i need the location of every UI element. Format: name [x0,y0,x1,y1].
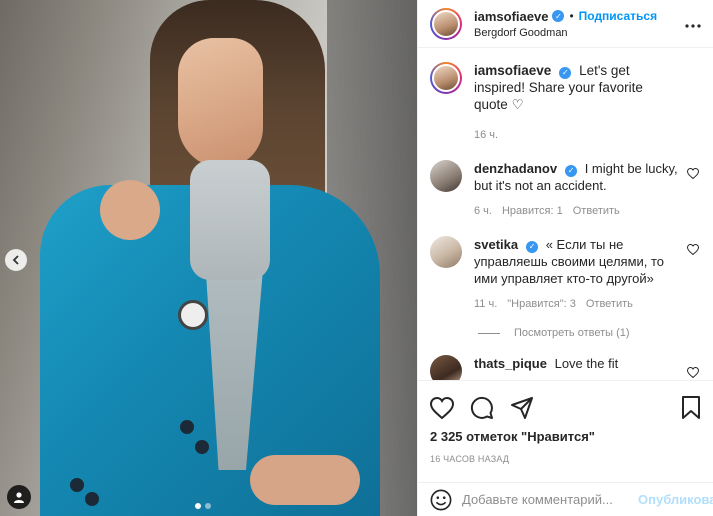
post-photo[interactable] [0,0,417,516]
list-item: thats_pique Love the fit [430,355,701,380]
heart-icon[interactable] [686,243,700,258]
verified-badge-icon: ✓ [565,164,578,177]
heart-icon[interactable] [686,366,700,380]
action-icons [430,389,701,427]
replies-divider [478,332,500,334]
list-item: svetika ✓ « Если ты не управляешь своими … [430,236,701,313]
verified-badge-icon: ✓ [552,10,565,22]
avatar[interactable] [430,236,462,268]
heart-outline-emoji: ♡ [511,97,524,112]
verified-badge-icon: ✓ [526,240,539,253]
publish-button[interactable]: Опубликовать [638,492,713,507]
comment-username[interactable]: svetika [474,237,518,252]
caption: iamsofiaeve ✓ Let's get inspired! Share y… [430,62,701,144]
photo-coat-button [85,492,99,506]
photo-watch [178,300,208,330]
comment-time[interactable]: 6 ч. [474,203,492,220]
carousel-dot-active [195,503,201,509]
comment-time[interactable]: 11 ч. [474,296,497,313]
more-options-icon[interactable] [685,15,701,33]
likes-count[interactable]: 2 325 отметок "Нравится" [430,429,701,444]
emoji-icon[interactable] [430,488,452,512]
comment-username[interactable]: denzhadanov [474,161,557,176]
post-modal: iamsofiaeve ✓ • Подписаться Bergdorf Goo… [0,0,713,516]
photo-collar [190,160,270,280]
post-header: iamsofiaeve ✓ • Подписаться Bergdorf Goo… [418,0,713,48]
avatar[interactable] [430,7,462,40]
posted-time[interactable]: 16 ЧАСОВ НАЗАД [430,454,701,464]
comment-likes[interactable]: Нравится: 1 [502,203,563,220]
header-separator: • [569,9,574,23]
avatar[interactable] [430,160,462,192]
header-username[interactable]: iamsofiaeve [474,9,548,24]
carousel-dots [195,503,211,509]
reply-button[interactable]: Ответить [586,296,633,313]
chevron-left-icon[interactable] [5,249,27,271]
photo-coat-button [70,478,84,492]
list-item: denzhadanov ✓ I might be lucky, but it's … [430,160,701,220]
comments-list[interactable]: iamsofiaeve ✓ Let's get inspired! Share y… [418,48,713,380]
post-panel: iamsofiaeve ✓ • Подписаться Bergdorf Goo… [417,0,713,516]
verified-badge-icon: ✓ [559,66,572,79]
add-comment-bar: Опубликовать [418,482,713,516]
bookmark-icon[interactable] [669,394,701,422]
caption-time[interactable]: 16 ч. [474,127,498,144]
comment-likes[interactable]: "Нравится": 3 [507,296,576,313]
photo-hand-lower [250,455,360,505]
heart-icon[interactable] [430,394,462,422]
carousel-dot [205,503,211,509]
comment-icon[interactable] [470,394,502,422]
comment-text: Love the fit [554,356,619,371]
heart-icon[interactable] [686,167,700,182]
photo-coat-button [180,420,194,434]
location-link[interactable]: Bergdorf Goodman [474,27,685,39]
avatar[interactable] [430,62,462,94]
comment-input[interactable] [462,492,638,507]
view-replies-button[interactable]: Посмотреть ответы (1) [478,327,701,339]
photo-face [178,38,263,168]
view-replies-label: Посмотреть ответы (1) [514,327,630,339]
reply-button[interactable]: Ответить [573,203,620,220]
user-tag-icon[interactable] [7,485,31,509]
send-icon[interactable] [510,394,542,422]
follow-button[interactable]: Подписаться [579,9,657,23]
comment-username[interactable]: thats_pique [474,356,547,371]
caption-username[interactable]: iamsofiaeve [474,63,551,78]
photo-hand [100,180,160,240]
photo-coat-button [195,440,209,454]
avatar[interactable] [430,355,462,380]
